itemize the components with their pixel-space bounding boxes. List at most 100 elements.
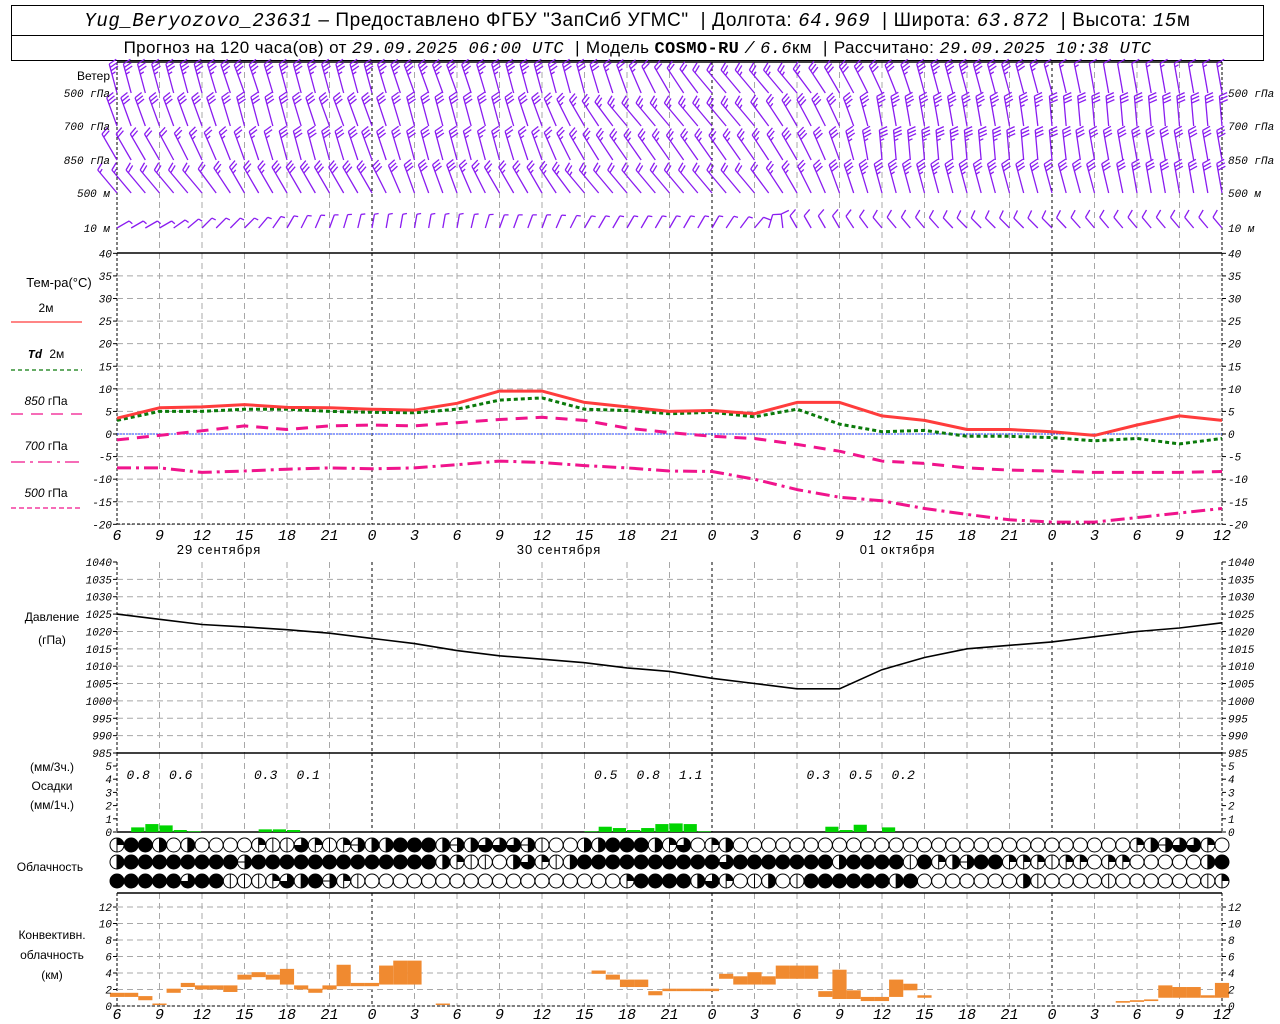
- wind-barb: [243, 160, 260, 194]
- cloud-circle: [605, 837, 621, 853]
- wind-barb-shaft: [476, 130, 486, 161]
- wind-barb-feather: [1174, 162, 1183, 168]
- cloud-cover-symbol: [1087, 873, 1102, 889]
- convective-bar: [166, 988, 181, 993]
- wind-barb-shaft: [956, 217, 968, 229]
- convective-tick-label-right: 6: [1228, 953, 1235, 965]
- cloud-cover-symbol: [506, 873, 522, 889]
- cloud-cover-symbol: [718, 873, 734, 889]
- wind-barb-shaft: [328, 214, 335, 229]
- wind-barb-feather: [921, 129, 931, 135]
- cloud-circle: [761, 854, 777, 870]
- wind-barb-shaft: [108, 63, 118, 94]
- wind-barb-shaft: [831, 215, 841, 229]
- convective-bar: [676, 988, 691, 992]
- x-tick-label: 9: [155, 528, 164, 545]
- wind-barb: [229, 217, 245, 229]
- wind-barb-feather: [99, 168, 103, 174]
- convective-bar: [917, 995, 932, 998]
- wind-barb-feather: [1027, 210, 1033, 219]
- wind-barb-feather: [734, 162, 741, 171]
- wind-barb-feather: [184, 219, 189, 223]
- wind-barb: [1131, 125, 1141, 161]
- cloud-cover-symbol: [1002, 873, 1017, 889]
- cloud-cover-symbol: [945, 873, 961, 889]
- wind-barb-feather: [1161, 165, 1170, 171]
- cloud-cover-symbol: [180, 854, 196, 870]
- wind-barb: [1073, 58, 1082, 94]
- wind-barb-feather: [536, 71, 541, 75]
- cloud-cover-symbol: [350, 837, 366, 853]
- wind-barb-shaft: [711, 215, 720, 229]
- wind-barb-shaft: [1058, 63, 1067, 94]
- cloud-circle: [1157, 854, 1173, 870]
- wind-barb-shaft: [992, 130, 996, 161]
- wind-barb-shaft: [357, 214, 362, 229]
- wind-barb-feather: [621, 95, 627, 104]
- wind-barb-feather: [880, 138, 885, 142]
- wind-barb-feather: [1141, 209, 1148, 218]
- wind-barb-feather: [692, 162, 698, 171]
- convective-bar: [294, 985, 309, 990]
- wind-barb-feather: [515, 169, 520, 174]
- pressure-tick-label-left: 985: [92, 749, 112, 761]
- pressure-tick-label-right: 1040: [1228, 558, 1255, 570]
- cloud-circle: [846, 837, 862, 853]
- x-tick-label-bottom: 21: [320, 1007, 338, 1024]
- cloud-cover-symbol: [279, 837, 295, 853]
- cloud-cover-symbol: [449, 837, 465, 853]
- cloud-cover-symbol: [959, 873, 975, 889]
- wind-barb-shaft: [300, 215, 309, 229]
- cloud-circle: [222, 837, 238, 853]
- wind-barb-shaft: [188, 132, 203, 161]
- convective-bar: [350, 982, 365, 987]
- cloud-fill: [301, 874, 309, 888]
- wind-barb: [972, 158, 983, 194]
- cloud-circle: [152, 873, 167, 889]
- wind-barb: [292, 58, 303, 94]
- wind-barb: [314, 214, 326, 229]
- wind-barb-feather: [1020, 104, 1025, 108]
- wind-barb-feather: [789, 209, 797, 217]
- cloud-cover-symbol: [931, 837, 947, 853]
- wind-barb-shaft: [1062, 96, 1067, 127]
- cloud-cover-symbol: [1214, 837, 1230, 853]
- wind-barb: [1043, 58, 1053, 94]
- wind-barb: [668, 215, 681, 229]
- wind-barb: [1204, 92, 1214, 127]
- wind-barb-feather: [637, 98, 644, 107]
- wind-barb-shaft: [803, 215, 812, 229]
- wind-barb-feather: [402, 212, 408, 215]
- cloud-cover-symbol: [1157, 837, 1173, 853]
- wind-barb: [484, 213, 494, 229]
- wind-barb-feather: [125, 71, 130, 75]
- wind-barb: [517, 91, 529, 127]
- wind-barb: [250, 91, 261, 127]
- convective-bar: [1158, 985, 1173, 998]
- cloud-cover-symbol: [322, 854, 337, 870]
- wind-level-label-right: 850 гПа: [1228, 156, 1274, 168]
- wind-barb: [595, 127, 614, 161]
- wind-barb: [434, 125, 445, 161]
- cloud-cover-symbol: [350, 854, 366, 870]
- wind-barb-feather: [936, 133, 945, 138]
- wind-barb-feather: [1217, 162, 1226, 168]
- wind-barb-feather: [1106, 99, 1115, 104]
- wind-barb-feather: [891, 98, 900, 104]
- cloud-circle: [577, 854, 592, 870]
- wind-barb-feather: [755, 137, 760, 142]
- wind-barb: [1187, 125, 1198, 161]
- wind-barb-feather: [893, 133, 903, 138]
- wind-barb-feather: [1169, 209, 1176, 218]
- wind-barb-feather: [139, 71, 145, 75]
- wind-barb-feather: [906, 104, 911, 108]
- cloud-cover-symbol: [789, 837, 805, 853]
- wind-barb-feather: [1145, 125, 1154, 132]
- cloud-cover-symbol: [378, 837, 394, 853]
- wind-barb-feather: [666, 165, 672, 174]
- cloud-circle: [931, 873, 947, 889]
- wind-barb: [858, 209, 869, 229]
- wind-barb-feather: [225, 217, 231, 221]
- convective-bar: [109, 992, 125, 997]
- wind-barb-shaft: [1070, 217, 1081, 229]
